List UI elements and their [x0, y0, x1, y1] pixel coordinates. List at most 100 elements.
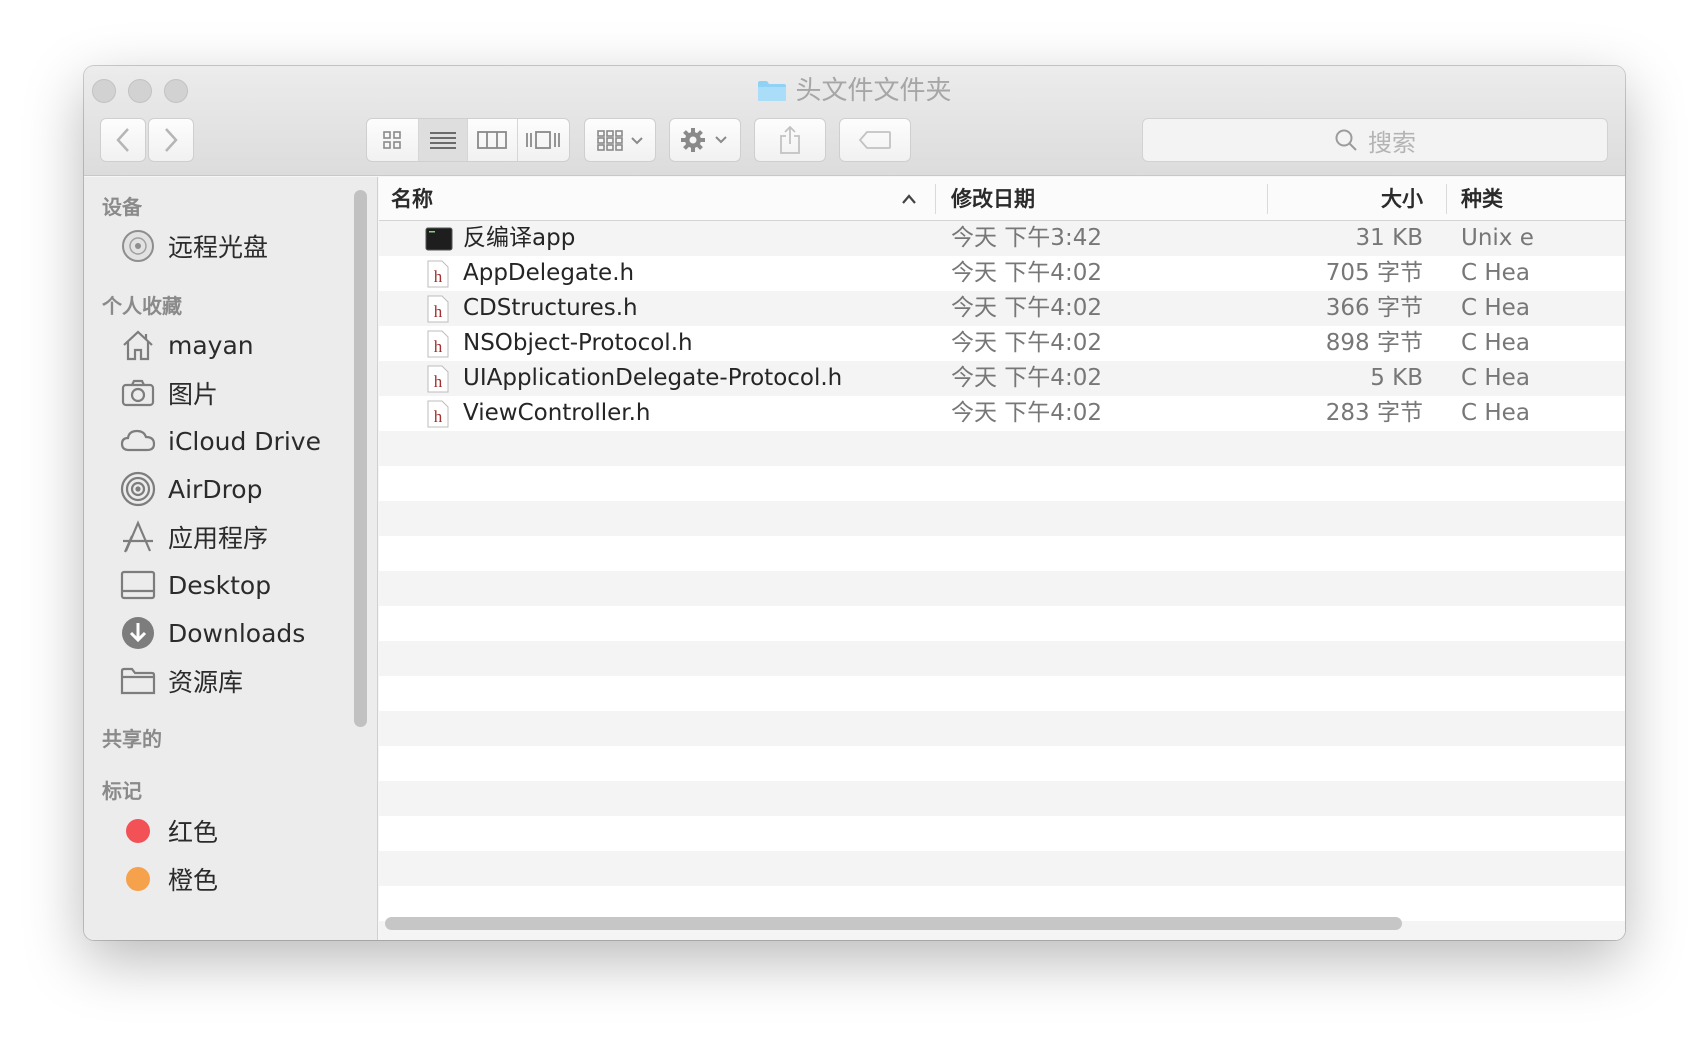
column-name-header[interactable]: 名称 [391, 177, 433, 221]
file-kind: C Hea [1461, 330, 1530, 356]
chevron-right-icon [165, 128, 178, 152]
sidebar-section-favorites: 个人收藏 [102, 294, 182, 318]
share-button[interactable] [754, 118, 826, 162]
list-view-button[interactable] [418, 119, 469, 161]
sidebar-item-label: 红色 [168, 818, 219, 847]
cover-flow-icon [526, 131, 561, 149]
sidebar-item-tag-red[interactable]: 红色 [120, 809, 360, 853]
list-icon [429, 132, 456, 149]
column-divider[interactable] [1267, 184, 1268, 214]
window-title: 头文件文件夹 [84, 74, 1625, 108]
file-rows: 反编译app 今天 下午3:42 31 KB Unix e h AppDeleg… [379, 221, 1625, 940]
sidebar-item-label: mayan [168, 330, 254, 360]
desktop-icon [120, 567, 156, 603]
empty-row [379, 606, 1625, 641]
file-size: 366 字节 [1325, 295, 1423, 321]
toolbar: 头文件文件夹 搜索 [84, 66, 1625, 176]
sidebar-item-airdrop[interactable]: AirDrop [120, 467, 360, 511]
file-kind: Unix e [1461, 225, 1534, 251]
sidebar-item-home[interactable]: mayan [120, 323, 360, 367]
search-field[interactable]: 搜索 [1142, 118, 1608, 162]
file-date: 今天 下午4:02 [951, 330, 1102, 356]
tag-red-dot-icon [120, 813, 156, 849]
svg-text:h: h [434, 302, 443, 321]
search-placeholder: 搜索 [1368, 128, 1416, 157]
gear-icon [681, 128, 727, 152]
svg-text:h: h [434, 372, 443, 391]
empty-row [379, 571, 1625, 606]
view-mode-control [366, 118, 570, 162]
airdrop-icon [120, 471, 156, 507]
file-list: 名称 修改日期 大小 种类 反编译app 今天 下午3:42 31 KB Uni… [379, 177, 1625, 940]
horizontal-scrollbar[interactable] [385, 917, 1402, 930]
arrange-button[interactable] [584, 118, 656, 162]
empty-row [379, 781, 1625, 816]
camera-icon [120, 375, 156, 411]
action-button[interactable] [669, 118, 741, 162]
file-name: ViewController.h [463, 400, 651, 426]
sidebar-item-applications[interactable]: 应用程序 [120, 515, 360, 559]
header-file-icon: h [427, 295, 449, 323]
column-kind-header[interactable]: 种类 [1461, 177, 1503, 221]
folder-icon [120, 663, 156, 699]
file-size: 31 KB [1355, 225, 1423, 251]
sidebar-item-library[interactable]: 资源库 [120, 659, 360, 703]
file-row[interactable]: h UIApplicationDelegate-Protocol.h 今天 下午… [379, 361, 1625, 396]
tag-orange-dot-icon [120, 861, 156, 897]
sidebar-item-desktop[interactable]: Desktop [120, 563, 360, 607]
file-row[interactable]: h NSObject-Protocol.h 今天 下午4:02 898 字节 C… [379, 326, 1625, 361]
arrange-icon [597, 130, 643, 151]
sidebar-section-devices: 设备 [102, 195, 142, 219]
sidebar-item-label: Downloads [168, 618, 306, 648]
empty-row [379, 746, 1625, 781]
home-icon [120, 327, 156, 363]
empty-row [379, 466, 1625, 501]
sidebar-item-remote-disc[interactable]: 远程光盘 [120, 224, 360, 268]
file-date: 今天 下午4:02 [951, 400, 1102, 426]
column-size-header[interactable]: 大小 [1279, 177, 1423, 221]
file-size: 705 字节 [1325, 260, 1423, 286]
sidebar-item-pictures[interactable]: 图片 [120, 371, 360, 415]
forward-button[interactable] [148, 118, 194, 162]
empty-row [379, 431, 1625, 466]
file-date: 今天 下午4:02 [951, 365, 1102, 391]
share-icon [780, 125, 800, 154]
applications-icon [120, 519, 156, 555]
disc-icon [120, 228, 156, 264]
file-kind: C Hea [1461, 365, 1530, 391]
file-row[interactable]: h AppDelegate.h 今天 下午4:02 705 字节 C Hea [379, 256, 1625, 291]
sidebar-item-downloads[interactable]: Downloads [120, 611, 360, 655]
folder-icon [758, 81, 787, 101]
file-row[interactable]: h ViewController.h 今天 下午4:02 283 字节 C He… [379, 396, 1625, 431]
sidebar-section-shared: 共享的 [102, 727, 162, 751]
sidebar-item-label: 图片 [168, 380, 219, 409]
column-view-button[interactable] [468, 119, 518, 161]
sidebar-item-label: iCloud Drive [168, 426, 321, 456]
file-date: 今天 下午3:42 [951, 225, 1102, 251]
column-header: 名称 修改日期 大小 种类 [379, 177, 1625, 221]
icon-view-button[interactable] [367, 119, 419, 161]
header-file-icon: h [427, 260, 449, 288]
file-name: UIApplicationDelegate-Protocol.h [463, 365, 843, 391]
cover-flow-button[interactable] [518, 119, 569, 161]
file-size: 283 字节 [1325, 400, 1423, 426]
file-kind: C Hea [1461, 400, 1530, 426]
back-button[interactable] [100, 118, 146, 162]
file-row[interactable]: h CDStructures.h 今天 下午4:02 366 字节 C Hea [379, 291, 1625, 326]
column-date-header[interactable]: 修改日期 [951, 177, 1035, 221]
empty-row [379, 536, 1625, 571]
column-divider[interactable] [935, 184, 936, 214]
sidebar-item-tag-orange[interactable]: 橙色 [120, 857, 360, 901]
sidebar-scrollbar[interactable] [354, 190, 367, 727]
file-row[interactable]: 反编译app 今天 下午3:42 31 KB Unix e [379, 221, 1625, 256]
sidebar-item-label: 应用程序 [168, 524, 269, 553]
sort-ascending-icon[interactable] [901, 193, 917, 205]
empty-row [379, 676, 1625, 711]
sidebar-item-icloud-drive[interactable]: iCloud Drive [120, 419, 360, 463]
sidebar-item-label: Desktop [168, 570, 272, 600]
file-name: CDStructures.h [463, 295, 638, 321]
tag-button[interactable] [839, 118, 911, 162]
file-name: NSObject-Protocol.h [463, 330, 693, 356]
file-size: 898 字节 [1325, 330, 1423, 356]
column-divider[interactable] [1446, 184, 1447, 214]
